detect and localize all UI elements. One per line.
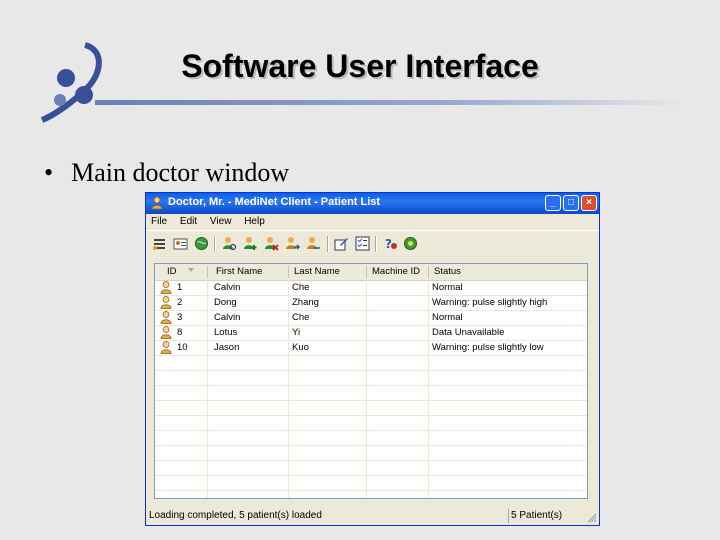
cell-last-name: Kuo bbox=[292, 342, 309, 353]
patient-list[interactable]: ID First Name Last Name Machine ID Statu… bbox=[154, 263, 588, 499]
user-remove-icon[interactable] bbox=[264, 236, 279, 251]
list-header: ID First Name Last Name Machine ID Statu… bbox=[155, 264, 587, 281]
table-row[interactable]: 2 Dong Zhang Warning: pulse slightly high bbox=[155, 296, 587, 311]
column-header-status[interactable]: Status bbox=[434, 266, 461, 277]
svg-text:?: ? bbox=[385, 237, 392, 251]
user-search-icon[interactable] bbox=[222, 236, 237, 251]
cell-id: 10 bbox=[177, 342, 188, 353]
toolbar-separator bbox=[214, 236, 216, 252]
app-window: Doctor, Mr. - MediNet Client - Patient L… bbox=[145, 192, 600, 526]
cell-last-name: Yi bbox=[292, 327, 301, 338]
table-row[interactable]: 10 Jason Kuo Warning: pulse slightly low bbox=[155, 341, 587, 356]
sort-arrow-icon bbox=[187, 266, 195, 277]
cell-first-name: Jason bbox=[214, 342, 240, 353]
empty-row bbox=[155, 461, 587, 476]
status-separator bbox=[508, 509, 509, 523]
cell-first-name: Lotus bbox=[214, 327, 238, 338]
edit-icon[interactable] bbox=[334, 236, 349, 251]
cell-status: Warning: pulse slightly low bbox=[432, 342, 544, 353]
user-arrow-icon[interactable] bbox=[306, 236, 321, 251]
cell-first-name: Calvin bbox=[214, 282, 241, 293]
settings-icon[interactable] bbox=[403, 236, 418, 251]
column-header-first-name[interactable]: First Name bbox=[216, 266, 262, 277]
cell-status: Normal bbox=[432, 282, 463, 293]
empty-row bbox=[155, 446, 587, 461]
column-header-id[interactable]: ID bbox=[167, 266, 177, 277]
empty-row bbox=[155, 356, 587, 371]
header-separator bbox=[288, 266, 289, 278]
toolbar-separator bbox=[375, 236, 377, 252]
slide-title: Software User Interface bbox=[181, 48, 539, 84]
column-header-machine-id[interactable]: Machine ID bbox=[372, 266, 420, 277]
menu-view[interactable]: View bbox=[205, 214, 237, 227]
patient-icon bbox=[160, 281, 172, 294]
patient-icon bbox=[160, 326, 172, 339]
empty-row bbox=[155, 386, 587, 401]
cell-last-name: Zhang bbox=[292, 297, 319, 308]
status-message: Loading completed, 5 patient(s) loaded bbox=[149, 510, 322, 521]
user-move-icon[interactable] bbox=[285, 236, 300, 251]
cell-first-name: Dong bbox=[214, 297, 237, 308]
resize-grip-icon[interactable] bbox=[587, 513, 597, 523]
empty-row bbox=[155, 476, 587, 491]
window-titlebar[interactable]: Doctor, Mr. - MediNet Client - Patient L… bbox=[146, 193, 599, 214]
table-row[interactable]: 3 Calvin Che Normal bbox=[155, 311, 587, 326]
patient-count: 5 Patient(s) bbox=[511, 510, 563, 521]
cell-last-name: Che bbox=[292, 312, 310, 323]
bullet-item: • Main doctor window bbox=[44, 158, 289, 188]
table-row[interactable]: 8 Lotus Yi Data Unavailable bbox=[155, 326, 587, 341]
column-header-last-name[interactable]: Last Name bbox=[294, 266, 340, 277]
bullet-symbol: • bbox=[44, 158, 54, 187]
cell-status: Warning: pulse slightly high bbox=[432, 297, 548, 308]
cell-id: 3 bbox=[177, 312, 183, 323]
cell-id: 2 bbox=[177, 297, 183, 308]
window-title: Doctor, Mr. - MediNet Client - Patient L… bbox=[168, 196, 381, 208]
cell-id: 1 bbox=[177, 282, 183, 293]
user-add-icon[interactable] bbox=[243, 236, 258, 251]
patient-icon bbox=[160, 341, 172, 354]
checklist-icon[interactable] bbox=[355, 236, 370, 251]
title-divider bbox=[95, 100, 685, 105]
empty-row bbox=[155, 371, 587, 386]
header-separator bbox=[207, 266, 208, 278]
toolbar: ? bbox=[146, 230, 599, 257]
menu-edit[interactable]: Edit bbox=[175, 214, 202, 227]
patient-icon bbox=[160, 311, 172, 324]
status-bar: Loading completed, 5 patient(s) loaded 5… bbox=[146, 507, 599, 525]
cell-first-name: Calvin bbox=[214, 312, 241, 323]
minimize-button[interactable]: _ bbox=[545, 195, 561, 211]
list-icon[interactable] bbox=[152, 236, 167, 251]
help-icon[interactable]: ? bbox=[383, 236, 398, 251]
cell-status: Data Unavailable bbox=[432, 327, 505, 338]
table-row[interactable]: 1 Calvin Che Normal bbox=[155, 281, 587, 296]
empty-row bbox=[155, 416, 587, 431]
bullet-text: Main doctor window bbox=[71, 158, 290, 187]
menu-bar: File Edit View Help bbox=[146, 214, 599, 230]
cell-last-name: Che bbox=[292, 282, 310, 293]
close-button[interactable]: × bbox=[581, 195, 597, 211]
globe-icon[interactable] bbox=[194, 236, 209, 251]
app-user-icon bbox=[151, 196, 163, 210]
maximize-button[interactable]: □ bbox=[563, 195, 579, 211]
patient-icon bbox=[160, 296, 172, 309]
empty-row bbox=[155, 431, 587, 446]
header-separator bbox=[428, 266, 429, 278]
menu-file[interactable]: File bbox=[146, 214, 172, 227]
card-icon[interactable] bbox=[173, 236, 188, 251]
empty-row bbox=[155, 401, 587, 416]
cell-id: 8 bbox=[177, 327, 183, 338]
menu-help[interactable]: Help bbox=[239, 214, 270, 227]
toolbar-separator bbox=[327, 236, 329, 252]
cell-status: Normal bbox=[432, 312, 463, 323]
header-separator bbox=[366, 266, 367, 278]
